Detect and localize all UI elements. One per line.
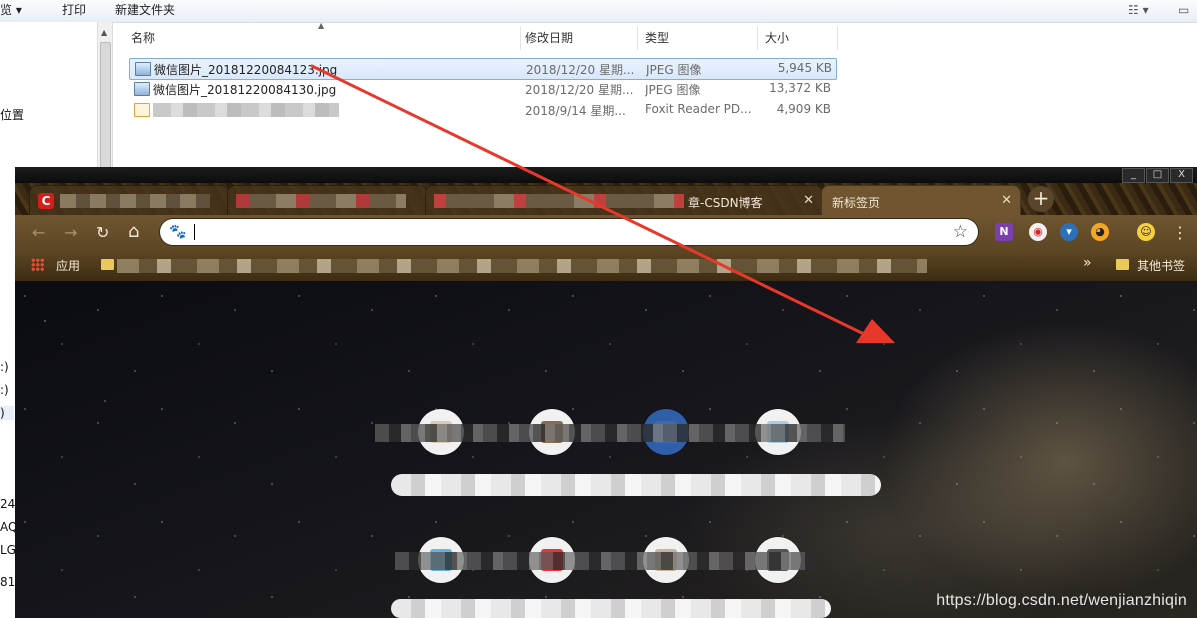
tab-csdn[interactable]: C xyxy=(29,185,229,216)
onenote-icon[interactable]: N xyxy=(995,223,1013,241)
bookmark-apps[interactable]: 应用 xyxy=(56,257,80,274)
address-bar[interactable]: 🐾 ☆ xyxy=(160,219,978,245)
print-button[interactable]: 打印 xyxy=(62,2,86,18)
owl-icon[interactable]: ◕ xyxy=(1091,223,1109,241)
scroll-thumb[interactable] xyxy=(100,42,111,174)
tab-new-tab[interactable]: 新标签页 ✕ xyxy=(821,185,1021,216)
home-icon[interactable]: ⌂ xyxy=(128,221,139,242)
cast-icon[interactable]: ◉ xyxy=(1029,223,1047,241)
column-header-size[interactable]: 大小 xyxy=(765,26,838,50)
preview-button[interactable]: 览 ▾ xyxy=(0,2,22,18)
redacted-shortcut-labels xyxy=(391,474,881,496)
forward-icon[interactable]: → xyxy=(64,223,77,242)
column-header-type[interactable]: 类型 xyxy=(645,26,758,50)
reload-icon[interactable]: ↻ xyxy=(96,223,109,242)
redacted-file-name xyxy=(153,103,339,117)
file-date: 2018/9/14 星期... xyxy=(525,104,626,118)
menu-icon[interactable]: ⋮ xyxy=(1172,223,1188,242)
tab-csdn-blog[interactable]: 章-CSDN博客 ✕ xyxy=(425,185,823,216)
scroll-up-icon[interactable]: ▲ xyxy=(101,28,107,37)
nav-item[interactable]: 81 xyxy=(0,575,15,589)
file-type: Foxit Reader PD... xyxy=(645,102,752,116)
tab-title: 新标签页 xyxy=(832,196,881,210)
file-name: 微信图片_20181220084123.jpg xyxy=(154,63,338,77)
tab-close-icon[interactable]: ✕ xyxy=(803,193,814,208)
file-size: 5,945 KB xyxy=(777,61,832,75)
close-window-button[interactable]: X xyxy=(1170,168,1193,183)
bookmark-other[interactable]: 其他书签 xyxy=(1137,257,1185,274)
redacted-tab-title xyxy=(236,194,406,208)
title-bar: _ □ X xyxy=(15,167,1197,183)
file-date: 2018/12/20 星期... xyxy=(526,63,635,77)
nav-scrollbar[interactable]: ▲ xyxy=(97,22,113,174)
tab-close-icon[interactable]: ✕ xyxy=(1001,193,1012,208)
nav-item-location[interactable]: 位置 xyxy=(0,106,24,123)
column-header-name[interactable]: 名称 xyxy=(131,26,521,50)
text-caret xyxy=(194,224,195,240)
image-file-icon xyxy=(135,62,151,76)
nav-item[interactable]: :) xyxy=(0,383,9,397)
new-tab-page: https://blog.csdn.net/wenjianzhiqin xyxy=(15,281,1197,618)
apps-grid-icon[interactable] xyxy=(31,258,44,271)
view-options-icon[interactable]: ☷ ▾ xyxy=(1128,2,1149,18)
minimize-button[interactable]: _ xyxy=(1122,168,1145,183)
file-row[interactable]: 2018/9/14 星期... Foxit Reader PD... 4,909… xyxy=(129,100,835,120)
redacted-shortcuts xyxy=(395,552,815,570)
pdf-file-icon xyxy=(134,103,150,117)
tab-strip: C 章-CSDN博客 ✕ 新标签页 ✕ xyxy=(15,183,1197,216)
nav-item[interactable]: :) xyxy=(0,360,9,374)
chrome-window: _ □ X C 章-CSDN博客 ✕ 新标签页 ✕ + ← → ↻ ⌂ 🐾 ☆ xyxy=(15,167,1197,618)
redacted-shortcuts xyxy=(375,424,845,442)
file-size: 4,909 KB xyxy=(776,102,831,116)
new-tab-button[interactable]: + xyxy=(1028,186,1054,212)
bookmarks-bar: 应用 » 其他书签 xyxy=(15,249,1197,281)
baidu-paw-icon: 🐾 xyxy=(169,224,187,240)
redacted-bookmarks xyxy=(117,259,927,273)
tab-title: 章-CSDN博客 xyxy=(688,196,763,210)
browser-toolbar: ← → ↻ ⌂ 🐾 ☆ N ◉ ▾ ◕ ☺ ⋮ xyxy=(15,215,1197,249)
csdn-favicon-icon: C xyxy=(38,193,54,209)
explorer-toolbar: 览 ▾ 打印 新建文件夹 ☷ ▾ ▭ xyxy=(0,0,1197,23)
nav-item[interactable]: LG xyxy=(0,543,16,557)
bookmarks-overflow-icon[interactable]: » xyxy=(1083,255,1092,271)
back-icon[interactable]: ← xyxy=(32,223,45,242)
csdn-watermark: https://blog.csdn.net/wenjianzhiqin xyxy=(936,592,1187,609)
file-name: 微信图片_20181220084130.jpg xyxy=(153,83,337,97)
nav-item[interactable]: ) xyxy=(0,406,14,420)
file-size: 13,372 KB xyxy=(769,81,831,95)
folder-icon xyxy=(101,259,114,270)
redacted-shortcut-labels xyxy=(391,599,831,618)
column-header-modified[interactable]: 修改日期 xyxy=(525,26,638,50)
layout-icon[interactable]: ▭ xyxy=(1178,2,1189,18)
new-folder-button[interactable]: 新建文件夹 xyxy=(115,2,175,18)
redacted-tab-title xyxy=(60,194,210,208)
shield-icon[interactable]: ▾ xyxy=(1060,223,1078,241)
file-row[interactable]: 微信图片_20181220084123.jpg 2018/12/20 星期...… xyxy=(129,58,837,80)
folder-icon xyxy=(1116,259,1129,270)
file-date: 2018/12/20 星期... xyxy=(525,83,634,97)
nav-item[interactable]: 24 xyxy=(0,497,15,511)
redacted-tab-title xyxy=(434,194,684,208)
maximize-button[interactable]: □ xyxy=(1146,168,1169,183)
file-row[interactable]: 微信图片_20181220084130.jpg 2018/12/20 星期...… xyxy=(129,79,835,99)
file-type: JPEG 图像 xyxy=(646,63,702,77)
image-file-icon xyxy=(134,82,150,96)
tab-redacted[interactable] xyxy=(227,185,427,216)
avatar-icon[interactable]: ☺ xyxy=(1137,223,1155,241)
file-type: JPEG 图像 xyxy=(645,83,701,97)
bookmark-star-icon[interactable]: ☆ xyxy=(953,222,968,242)
